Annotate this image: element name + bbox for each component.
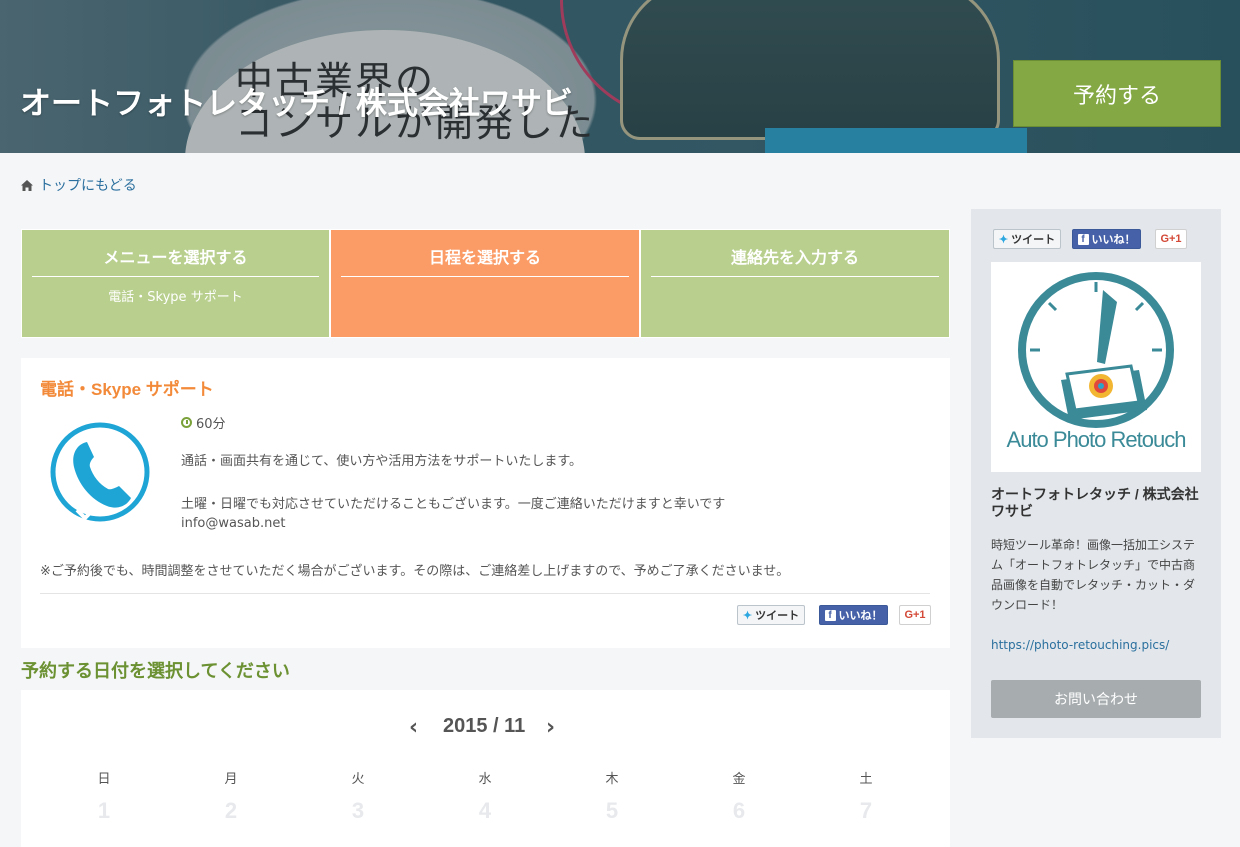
like-button[interactable]: f いいね！ bbox=[819, 605, 888, 625]
tweet-label: ツイート bbox=[1011, 234, 1056, 246]
facebook-icon: f bbox=[824, 609, 836, 621]
facebook-icon: f bbox=[1077, 233, 1089, 245]
menu-description: 通話・画面共有を通じて、使い方や活用方法をサポートいたします。 bbox=[181, 454, 583, 469]
weekday-header: 木 bbox=[605, 772, 619, 787]
like-label: いいね！ bbox=[1091, 234, 1136, 246]
clock-icon bbox=[181, 417, 192, 428]
weekday-header: 水 bbox=[478, 772, 492, 787]
twitter-icon: ✦ bbox=[998, 233, 1009, 246]
like-button[interactable]: f いいね！ bbox=[1072, 229, 1141, 249]
step-selected-value: 電話・Skype サポート bbox=[108, 290, 243, 305]
weekday-header: 日 bbox=[97, 772, 111, 787]
step-label: 連絡先を入力する bbox=[651, 240, 939, 277]
page-title: オートフォトレタッチ / 株式会社ワサビ bbox=[20, 86, 573, 121]
tweet-button[interactable]: ✦ ツイート bbox=[993, 229, 1061, 249]
prev-month-button[interactable]: ‹ bbox=[409, 715, 418, 740]
logo-text: Auto Photo Retouch bbox=[1006, 427, 1187, 452]
reservation-steps: メニューを選択する 電話・Skype サポート 日程を選択する 連絡先を入力する bbox=[21, 229, 950, 338]
calendar-day: 6 bbox=[732, 798, 746, 823]
calendar: ‹ 2015 / 11 › 日 月 火 水 木 金 土 1 2 3 4 5 6 … bbox=[21, 690, 950, 847]
company-name: オートフォトレタッチ / 株式会社ワサビ bbox=[991, 486, 1199, 519]
weekday-header: 火 bbox=[351, 772, 365, 787]
gplus-button[interactable]: G+1 bbox=[899, 605, 931, 625]
menu-description-weekend: 土曜・日曜でも対応させていただけることもございます。一度ご連絡いただけますと幸い… bbox=[181, 497, 726, 512]
like-label: いいね！ bbox=[838, 610, 883, 622]
home-icon bbox=[21, 179, 33, 191]
tweet-label: ツイート bbox=[755, 610, 800, 622]
menu-note: ※ご予約後でも、時間調整をさせていただく場合がございます。その際は、ご連絡差し上… bbox=[40, 564, 790, 579]
step-enter-contact: 連絡先を入力する bbox=[640, 229, 950, 338]
company-description: 時短ツール革命！画像一括加工システム「オートフォトレタッチ」で中古商品画像を自動… bbox=[991, 538, 1196, 612]
weekday-header: 月 bbox=[224, 772, 238, 787]
menu-title: 電話・Skype サポート bbox=[40, 380, 214, 399]
contact-email: info@wasab.net bbox=[181, 516, 286, 531]
calendar-month: 2015 / 11 bbox=[443, 715, 526, 737]
contact-button[interactable]: お問い合わせ bbox=[991, 680, 1201, 718]
step-label: メニューを選択する bbox=[32, 240, 319, 277]
date-section-heading: 予約する日付を選択してください bbox=[21, 661, 290, 681]
reserve-button[interactable]: 予約する bbox=[1013, 60, 1221, 127]
next-month-button[interactable]: › bbox=[546, 715, 555, 740]
duration-text: 60分 bbox=[196, 417, 226, 432]
step-label: 日程を選択する bbox=[341, 240, 629, 277]
step-select-menu[interactable]: メニューを選択する 電話・Skype サポート bbox=[21, 229, 330, 338]
menu-detail-card: 電話・Skype サポート 60分 通話・画面共有を通じて、使い方や活用方法をサ… bbox=[21, 358, 950, 648]
company-url-link[interactable]: https://photo-retouching.pics/ bbox=[991, 638, 1169, 652]
divider bbox=[40, 593, 930, 594]
menu-duration: 60分 bbox=[181, 413, 226, 432]
calendar-day: 7 bbox=[859, 798, 873, 823]
phone-icon bbox=[47, 422, 153, 528]
calendar-day: 5 bbox=[605, 798, 619, 823]
weekday-header: 土 bbox=[859, 772, 873, 787]
breadcrumb[interactable]: トップにもどる bbox=[21, 175, 137, 195]
step-select-date: 日程を選択する bbox=[330, 229, 640, 338]
weekday-header: 金 bbox=[732, 772, 746, 787]
sidebar: ✦ ツイート f いいね！ G+1 Auto Photo Retouch オート… bbox=[971, 209, 1221, 738]
calendar-day: 1 bbox=[97, 798, 111, 823]
calendar-day: 4 bbox=[478, 798, 492, 823]
twitter-icon: ✦ bbox=[742, 609, 753, 622]
gplus-button[interactable]: G+1 bbox=[1155, 229, 1187, 249]
calendar-day: 2 bbox=[224, 798, 238, 823]
breadcrumb-top-link[interactable]: トップにもどる bbox=[39, 175, 137, 195]
tweet-button[interactable]: ✦ ツイート bbox=[737, 605, 805, 625]
calendar-day: 3 bbox=[351, 798, 365, 823]
